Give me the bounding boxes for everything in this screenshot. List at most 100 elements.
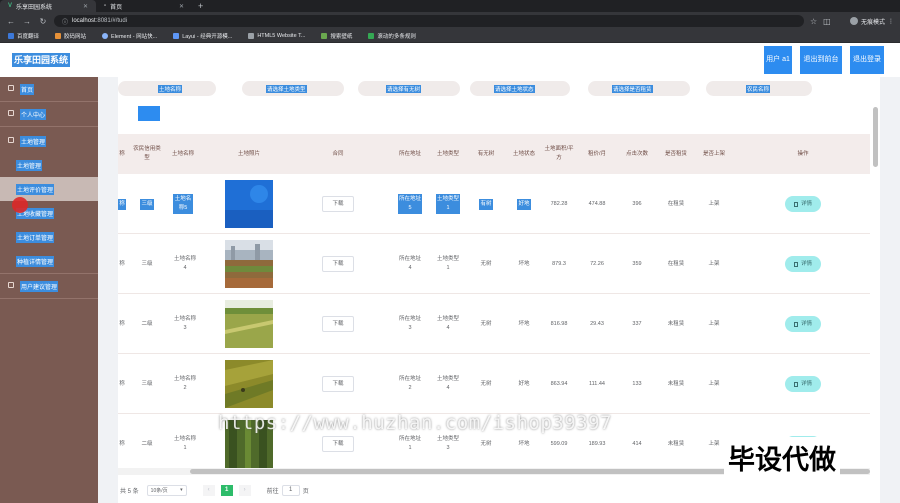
incognito-profile[interactable]: 无痕模式 ⋮ [849,17,894,26]
rented-cell: 在租赁 [667,260,685,267]
bookmark-item[interactable]: 胶码网站 [55,32,86,40]
user-name[interactable]: 用户 a1 [764,46,792,74]
logout-button[interactable]: 退出登录 [850,46,884,74]
page-unit-label: 页 [302,488,309,495]
column-header[interactable]: 租价/月 [582,134,612,174]
area-cell: 863.94 [550,380,568,387]
column-header[interactable]: 所在地址 [390,134,430,174]
land-photo[interactable] [225,360,273,408]
land-photo[interactable] [225,300,273,348]
column-header[interactable]: 农民信用类型 [132,134,162,174]
back-to-front-button[interactable]: 退出到前台 [800,46,842,74]
column-header[interactable]: 是否租赁 [658,134,694,174]
sidebar-item-land-manage[interactable]: 土地管理 [0,153,98,177]
land-status-select[interactable]: 请选择土地状态 [470,81,570,96]
land-photo[interactable] [225,180,273,228]
farmer-name-search-input[interactable]: 农民名称 [706,81,812,96]
download-button[interactable]: 下载 [322,436,354,452]
pagination: 共 5 条 10条/页 ▾ ‹ 1 › 前往 1 页 [118,483,880,497]
land-name-cell: 土地名称5 [173,194,193,214]
goto-page-input[interactable]: 1 [281,484,300,496]
column-header[interactable]: 合同 [298,134,378,174]
download-button[interactable]: 下载 [322,376,354,392]
address-cell: 所在地址3 [398,316,421,331]
trees-select[interactable]: 请选择有无树 [358,81,460,96]
sidebar-item-profile[interactable]: 个人中心 [0,102,98,126]
trees-cell: 无树 [480,380,492,387]
table-row[interactable]: 称 三级 土地名称2 下载 所在地址2 土地类型4 无树 好地 863.94 1… [118,354,870,414]
browser-tab-bar: V 乐享田园系统 ✕ ▫ 首页 ✕ + [0,0,900,12]
download-button[interactable]: 下载 [322,256,354,272]
clicks-cell: 414 [632,440,642,447]
land-type-cell: 土地类型4 [436,316,459,331]
bookmark-item[interactable]: 百度翻译 [8,32,39,40]
user-icon [8,110,14,116]
trees-cell: 无树 [480,320,492,327]
suggest-icon [8,282,14,288]
sidebar-item-planting-details[interactable]: 种植详情管理 [0,249,98,273]
page-size-select[interactable]: 10条/页 ▾ [146,484,187,496]
page-number-current[interactable]: 1 [220,484,233,496]
credit-cell: 二级 [141,440,153,447]
column-header[interactable]: 是否上架 [696,134,732,174]
download-button[interactable]: 下载 [322,196,354,212]
area-cell: 879.3 [552,260,566,267]
table-row[interactable]: 称 二级 土地名称3 下载 所在地址3 土地类型4 无树 坏地 816.98 2… [118,294,870,354]
trees-cell: 有树 [479,198,493,210]
land-type-select[interactable]: 请选择土地类型 [242,81,344,96]
column-header[interactable]: 有无树 [468,134,504,174]
detail-button[interactable]: 详情 [785,376,821,392]
status-cell: 好地 [517,198,531,210]
listed-cell: 上架 [708,200,720,207]
extension-icon[interactable]: ◫ [823,17,831,26]
listed-cell: 上架 [708,380,720,387]
forward-arrow-icon[interactable]: → [22,17,32,26]
column-header[interactable]: 土地面积/平方 [544,134,574,174]
sidebar-item-label: 土地订单管理 [16,232,55,243]
sidebar-item-land-orders[interactable]: 土地订单管理 [0,225,98,249]
status-cell: 坏地 [518,320,530,327]
detail-button[interactable]: 详情 [785,316,821,332]
detail-button[interactable]: 详情 [785,196,821,212]
table-row[interactable]: 称 三级 土地名称5 下载 所在地址5 土地类型1 有树 好地 782.28 4… [118,174,870,234]
sidebar-item-home[interactable]: 首页 [0,77,98,101]
rented-select[interactable]: 请选择是否租赁 [588,81,690,96]
bookmark-item[interactable]: HTML5 Website T... [248,33,305,39]
bookmark-star-icon[interactable]: ☆ [810,17,817,26]
back-arrow-icon[interactable]: ← [6,17,16,26]
document-icon [793,201,798,207]
bookmark-item[interactable]: 滚动的多条规则 [368,32,416,40]
bookmark-item[interactable]: 搜索壁纸 [321,32,352,40]
table-row[interactable]: 称 三级 土地名称4 下载 所在地址4 土地类型1 无树 坏地 879.3 72… [118,234,870,294]
new-tab-icon[interactable]: + [192,1,209,11]
menu-dots-icon[interactable]: ⋮ [888,18,894,25]
bookmark-item[interactable]: Layui - 经典开源模... [173,32,232,40]
next-page-button[interactable]: › [238,484,251,496]
close-tab-icon[interactable]: ✕ [179,3,184,10]
vertical-scrollbar[interactable] [873,107,878,167]
browser-tab-active[interactable]: V 乐享田园系统 ✕ [0,0,96,12]
close-tab-icon[interactable]: ✕ [83,3,88,10]
profile-label: 无痕模式 [860,19,885,26]
address-bar[interactable]: ⓘ localhost:8081/#/tudi [54,15,804,27]
column-header[interactable]: 土地名称 [168,134,198,174]
clicks-cell: 337 [632,320,642,327]
bookmark-item[interactable]: Element - 网站快... [102,32,157,40]
column-header[interactable]: 土地类型 [430,134,466,174]
prev-page-button[interactable]: ‹ [202,484,215,496]
column-header: 称 [119,150,125,157]
download-button[interactable]: 下载 [322,316,354,332]
land-name-search-input[interactable]: 土地名称 [118,81,216,96]
column-header[interactable]: 点击次数 [618,134,656,174]
sidebar-item-suggestions[interactable]: 用户建议管理 [0,274,98,298]
column-header[interactable]: 土地状态 [504,134,544,174]
address-cell: 所在地址4 [398,256,421,271]
query-button[interactable] [138,106,160,121]
column-header[interactable]: 土地照片 [204,134,294,174]
browser-tab[interactable]: ▫ 首页 ✕ [96,0,192,12]
sidebar-group-land[interactable]: 土地管理 [0,129,98,153]
land-photo[interactable] [225,240,273,288]
reload-icon[interactable]: ↻ [38,17,48,26]
home-icon [8,85,14,91]
detail-button[interactable]: 详情 [785,256,821,272]
